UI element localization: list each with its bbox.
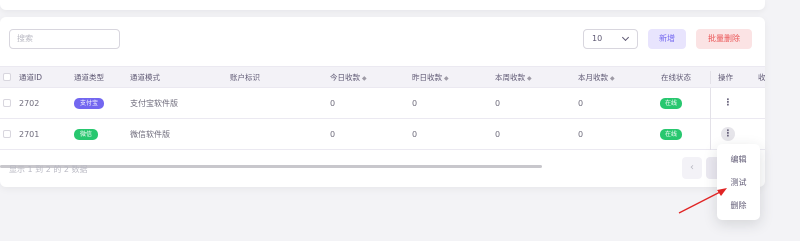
annotation-arrow-icon xyxy=(678,188,727,214)
